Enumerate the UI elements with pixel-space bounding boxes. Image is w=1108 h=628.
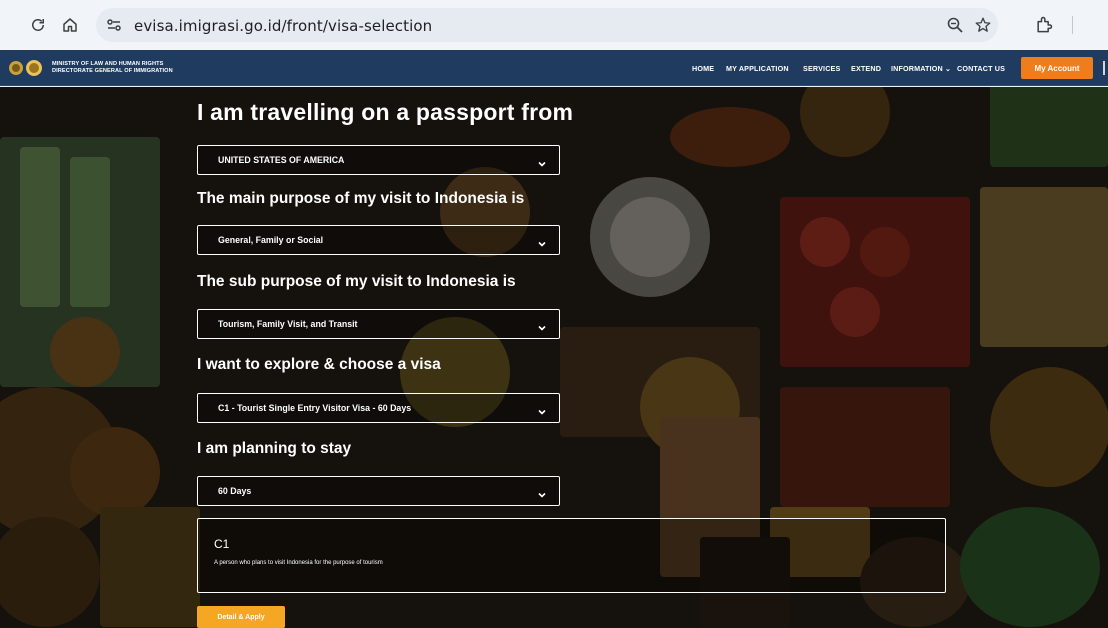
- chevron-down-icon: [537, 320, 547, 331]
- menu-home[interactable]: HOME: [692, 64, 714, 73]
- visa-value: C1 - Tourist Single Entry Visitor Visa -…: [218, 403, 412, 413]
- chevron-down-icon: [537, 487, 547, 498]
- passport-country-value: UNITED STATES OF AMERICA: [218, 155, 345, 165]
- toolbar-divider: [1072, 16, 1073, 34]
- stay-duration-value: 60 Days: [218, 486, 252, 496]
- stay-label: I am planning to stay: [197, 440, 352, 457]
- star-icon[interactable]: [974, 16, 992, 34]
- chevron-down-icon: [537, 236, 547, 247]
- my-account-button[interactable]: My Account: [1021, 57, 1093, 79]
- chevron-down-icon: [537, 404, 547, 415]
- visa-label: I want to explore & choose a visa: [197, 356, 441, 373]
- ministry-line-1: MINISTRY OF LAW AND HUMAN RIGHTS: [52, 61, 164, 67]
- page-title: I am travelling on a passport from: [197, 99, 574, 125]
- visa-info-card: C1 A person who plans to visit Indonesia…: [197, 518, 946, 593]
- passport-country-select[interactable]: UNITED STATES OF AMERICA: [197, 145, 560, 175]
- zoom-icon[interactable]: [946, 16, 964, 34]
- extensions-icon[interactable]: [1032, 13, 1056, 37]
- purpose-value: General, Family or Social: [218, 235, 324, 245]
- visa-code: C1: [214, 537, 230, 551]
- address-bar[interactable]: evisa.imigrasi.go.id/front/visa-selectio…: [96, 8, 998, 42]
- stay-duration-select[interactable]: 60 Days: [197, 476, 560, 506]
- sub-purpose-value: Tourism, Family Visit, and Transit: [218, 319, 358, 329]
- ministry-name: MINISTRY OF LAW AND HUMAN RIGHTS DIRECTO…: [52, 61, 173, 75]
- ministry-line-2: DIRECTORATE GENERAL OF IMMIGRATION: [52, 68, 173, 74]
- purpose-select[interactable]: General, Family or Social: [197, 225, 560, 255]
- menu-contact-us[interactable]: CONTACT US: [957, 64, 1005, 73]
- browser-toolbar: evisa.imigrasi.go.id/front/visa-selectio…: [0, 0, 1108, 50]
- purpose-label: The main purpose of my visit to Indonesi…: [197, 190, 525, 207]
- site-info-icon[interactable]: [106, 17, 122, 33]
- menu-my-application[interactable]: MY APPLICATION: [726, 64, 789, 73]
- sub-purpose-label: The sub purpose of my visit to Indonesia…: [197, 273, 516, 290]
- nav-divider: [1103, 61, 1105, 75]
- site-navbar: MINISTRY OF LAW AND HUMAN RIGHTS DIRECTO…: [0, 50, 1108, 86]
- detail-apply-button[interactable]: Detail & Apply: [197, 606, 285, 628]
- visa-description: A person who plans to visit Indonesia fo…: [214, 560, 383, 566]
- menu-extend[interactable]: EXTEND: [851, 64, 881, 73]
- sub-purpose-select[interactable]: Tourism, Family Visit, and Transit: [197, 309, 560, 339]
- menu-information[interactable]: INFORMATION ⌄: [891, 64, 951, 73]
- visa-select[interactable]: C1 - Tourist Single Entry Visitor Visa -…: [197, 393, 560, 423]
- chevron-down-icon: [537, 156, 547, 167]
- home-icon[interactable]: [58, 13, 82, 37]
- ministry-logo: [8, 59, 44, 77]
- menu-services[interactable]: SERVICES: [803, 64, 840, 73]
- reload-icon[interactable]: [26, 13, 50, 37]
- url-text[interactable]: evisa.imigrasi.go.id/front/visa-selectio…: [134, 17, 432, 35]
